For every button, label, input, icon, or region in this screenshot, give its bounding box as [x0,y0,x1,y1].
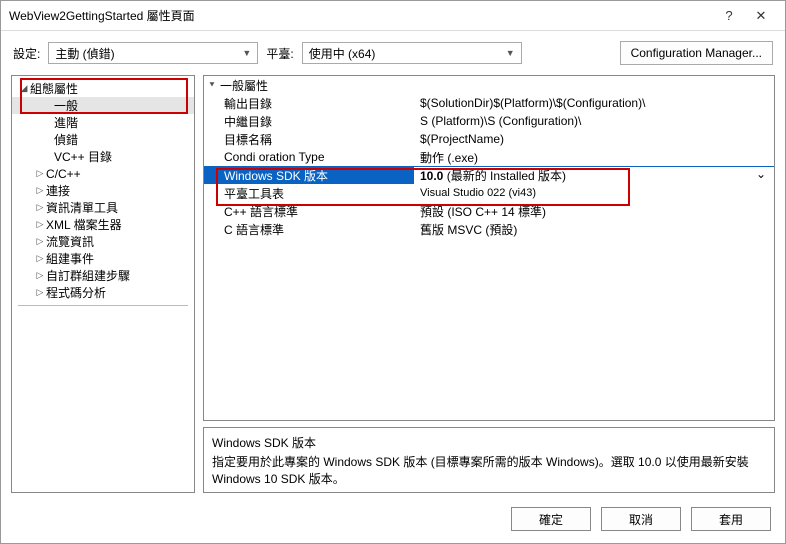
property-row[interactable]: C 語言標準舊版 MSVC (預設) [204,220,774,238]
tree-item-label: 偵錯 [54,131,78,148]
property-row[interactable]: Condi oration Type動作 (.exe) [204,148,774,166]
property-value[interactable]: 預設 (ISO C++ 14 標準) [414,203,774,220]
property-row[interactable]: 平臺工具表Visual Studio 022 (vi43) [204,184,774,202]
tree-item[interactable]: 一般 [12,97,194,114]
expand-icon[interactable]: ▷ [34,185,46,196]
tree-item[interactable]: ▷C/C++ [12,165,194,182]
property-row[interactable]: C++ 語言標準預設 (ISO C++ 14 標準) [204,202,774,220]
cancel-button[interactable]: 取消 [601,507,681,531]
tree-item[interactable]: ▷程式碼分析 [12,284,194,301]
tree-item[interactable]: ▷自訂群組建步驟 [12,267,194,284]
property-group-header[interactable]: ⯆ 一般屬性 [204,76,774,94]
tree-item[interactable]: ▷組建事件 [12,250,194,267]
description-title: Windows SDK 版本 [212,434,766,451]
platform-select[interactable]: 使用中 (x64) ▼ [302,42,522,64]
property-name: 中繼目錄 [204,113,414,130]
configuration-manager-button[interactable]: Configuration Manager... [620,41,773,65]
help-button[interactable]: ? [713,8,745,23]
property-name: C 語言標準 [204,221,414,238]
property-value[interactable]: $(SolutionDir)$(Platform)\$(Configuratio… [414,96,774,110]
property-value[interactable]: 動作 (.exe) [414,149,774,166]
tree-item[interactable]: ▷XML 檔案生器 [12,216,194,233]
tree-divider [18,305,188,311]
configuration-value: 主動 (偵錯) [55,45,114,62]
tree-item-label: C/C++ [46,167,81,181]
tree-item-label: 自訂群組建步驟 [46,267,130,284]
property-value[interactable]: 10.0 (最新的 Installed 版本) ⌄ [414,167,774,184]
tree-item[interactable]: ▷資訊清單工具 [12,199,194,216]
property-value[interactable]: $(ProjectName) [414,132,774,146]
dialog-footer: 確定 取消 套用 [1,499,785,543]
chevron-down-icon: ▼ [506,48,515,58]
tree-item[interactable]: 進階 [12,114,194,131]
window-title: WebView2GettingStarted 屬性頁面 [9,7,713,24]
dropdown-icon[interactable]: ⌄ [756,167,774,181]
property-row[interactable]: 目標名稱$(ProjectName) [204,130,774,148]
category-tree[interactable]: ◢ 組態屬性 一般進階偵錯VC++ 目錄▷C/C++▷連接▷資訊清單工具▷XML… [11,75,195,493]
tree-item[interactable]: 偵錯 [12,131,194,148]
platform-label: 平臺: [266,45,293,62]
collapse-icon[interactable]: ◢ [18,83,30,94]
expand-icon[interactable]: ▷ [34,287,46,298]
platform-value: 使用中 (x64) [309,45,376,62]
config-toolbar: 設定: 主動 (偵錯) ▼ 平臺: 使用中 (x64) ▼ Configurat… [1,31,785,75]
expand-icon[interactable]: ▷ [34,202,46,213]
expand-icon[interactable]: ▷ [34,168,46,179]
tree-item-label: 一般 [54,97,78,114]
property-name: 平臺工具表 [204,185,414,202]
expand-icon[interactable]: ▷ [34,236,46,247]
property-row[interactable]: Windows SDK 版本10.0 (最新的 Installed 版本) ⌄ [204,166,774,184]
property-name: Windows SDK 版本 [204,167,414,184]
description-text: 指定要用於此專案的 Windows SDK 版本 (目標專案所需的版本 Wind… [212,453,766,487]
config-label: 設定: [13,45,40,62]
property-value[interactable]: 舊版 MSVC (預設) [414,221,774,238]
configuration-select[interactable]: 主動 (偵錯) ▼ [48,42,258,64]
close-button[interactable]: ✕ [745,8,777,24]
property-name: Condi oration Type [204,150,414,164]
property-pages-dialog: WebView2GettingStarted 屬性頁面 ? ✕ 設定: 主動 (… [0,0,786,544]
property-name: C++ 語言標準 [204,203,414,220]
tree-item-label: 資訊清單工具 [46,199,118,216]
apply-button[interactable]: 套用 [691,507,771,531]
ok-button[interactable]: 確定 [511,507,591,531]
property-value[interactable]: S (Platform)\S (Configuration)\ [414,114,774,128]
tree-item-label: 進階 [54,114,78,131]
tree-item[interactable]: ▷流覽資訊 [12,233,194,250]
expand-icon[interactable]: ▷ [34,253,46,264]
tree-item-label: 連接 [46,182,70,199]
tree-item-label: 組建事件 [46,250,94,267]
expand-icon[interactable]: ▷ [34,270,46,281]
chevron-down-icon: ▼ [242,48,251,58]
description-panel: Windows SDK 版本 指定要用於此專案的 Windows SDK 版本 … [203,427,775,493]
titlebar: WebView2GettingStarted 屬性頁面 ? ✕ [1,1,785,31]
tree-item-label: VC++ 目錄 [54,148,112,165]
property-name: 目標名稱 [204,131,414,148]
property-value[interactable]: Visual Studio 022 (vi43) [414,187,774,199]
tree-root[interactable]: ◢ 組態屬性 [12,80,194,97]
tree-item-label: 流覽資訊 [46,233,94,250]
property-grid[interactable]: ⯆ 一般屬性 輸出目錄$(SolutionDir)$(Platform)\$(C… [203,75,775,421]
tree-item[interactable]: VC++ 目錄 [12,148,194,165]
property-name: 輸出目錄 [204,95,414,112]
property-row[interactable]: 輸出目錄$(SolutionDir)$(Platform)\$(Configur… [204,94,774,112]
tree-item-label: 程式碼分析 [46,284,106,301]
tree-item[interactable]: ▷連接 [12,182,194,199]
tree-item-label: XML 檔案生器 [46,216,122,233]
collapse-icon[interactable]: ⯆ [204,80,220,91]
expand-icon[interactable]: ▷ [34,219,46,230]
property-row[interactable]: 中繼目錄S (Platform)\S (Configuration)\ [204,112,774,130]
